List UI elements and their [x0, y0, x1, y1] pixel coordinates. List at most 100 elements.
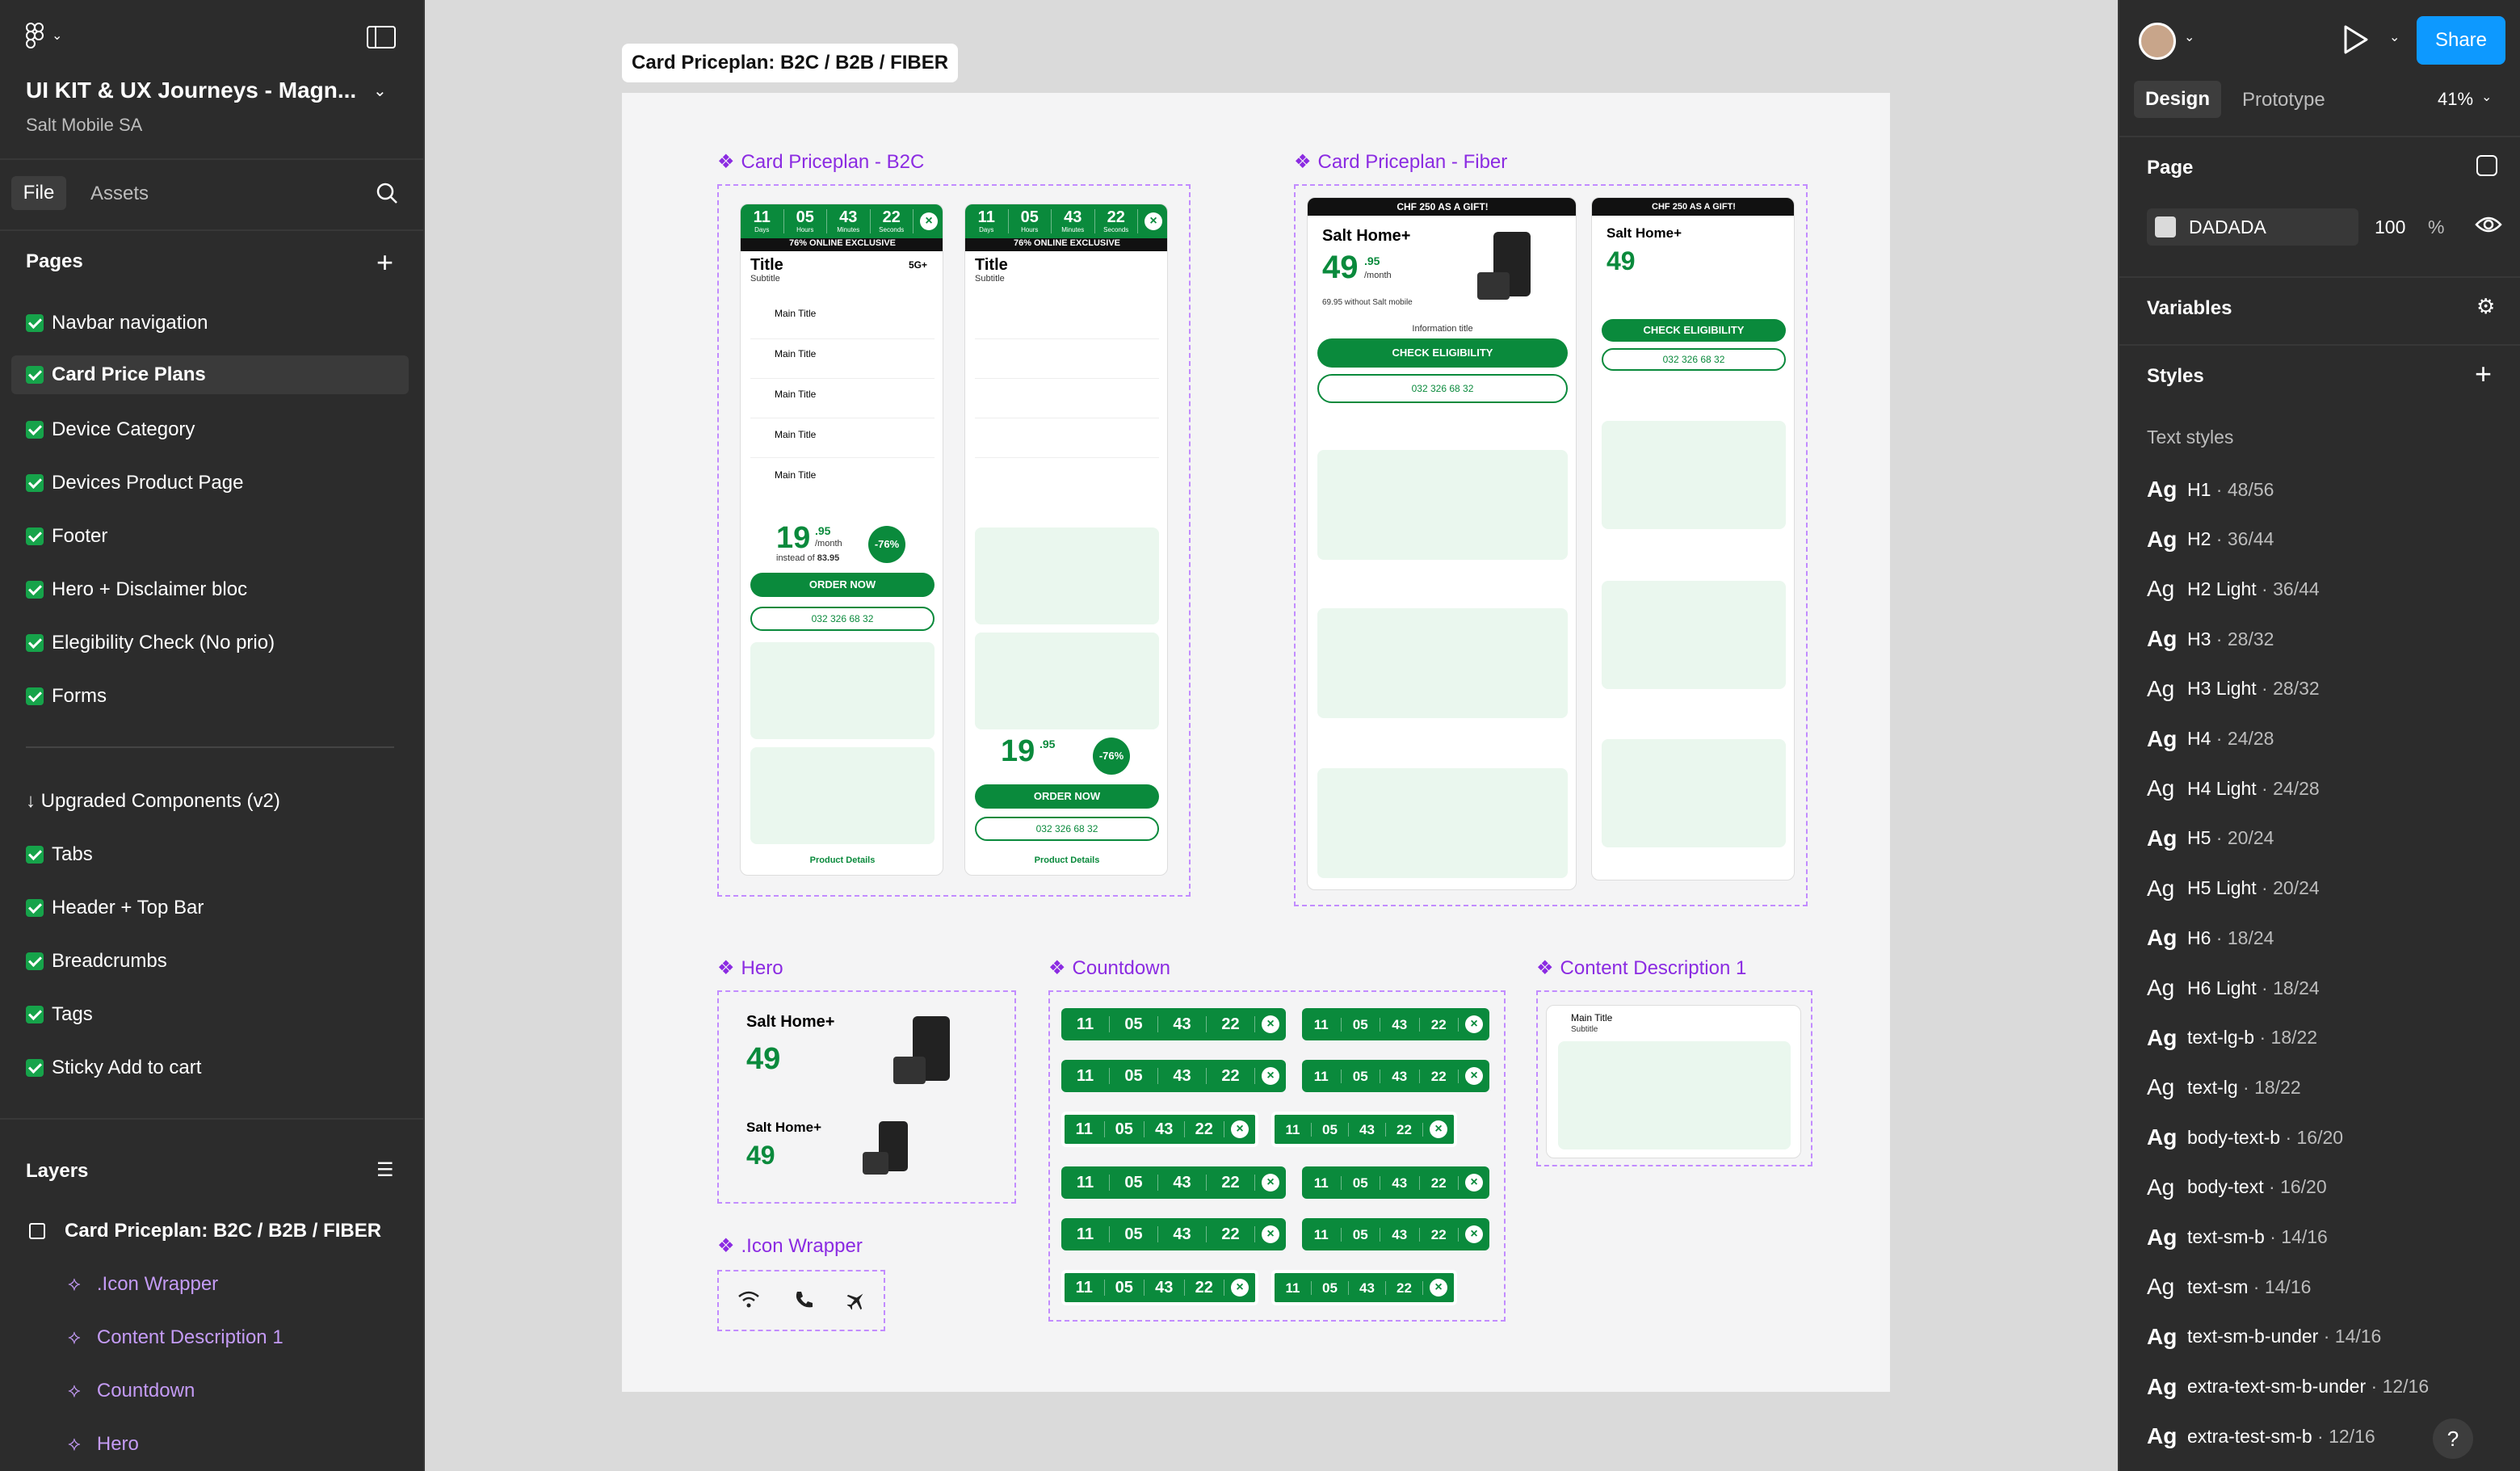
close-icon[interactable]: ×	[1465, 1174, 1483, 1192]
close-icon[interactable]: ×	[1262, 1225, 1279, 1243]
text-style-item[interactable]: Ag H5 Light · 20/24	[2147, 876, 2320, 902]
text-style-item[interactable]: Ag text-sm-b · 14/16	[2147, 1225, 2328, 1250]
phone-button[interactable]: 032 326 68 32	[1602, 348, 1786, 371]
page-item[interactable]: Header + Top Bar	[26, 897, 204, 919]
toggle-sidebar-icon[interactable]	[367, 26, 396, 48]
order-button[interactable]: ORDER NOW	[750, 573, 934, 597]
text-style-item[interactable]: Ag H6 · 18/24	[2147, 925, 2274, 951]
chevron-down-icon[interactable]: ⌄	[2184, 29, 2194, 45]
text-style-item[interactable]: Ag body-text-b · 16/20	[2147, 1124, 2343, 1150]
content-description[interactable]: Main Title Subtitle	[1546, 1005, 1801, 1158]
component-title-content[interactable]: ❖ Content Description 1	[1536, 956, 1746, 980]
text-style-item[interactable]: Ag H3 Light · 28/32	[2147, 676, 2320, 702]
eye-icon[interactable]	[2475, 215, 2502, 234]
help-button[interactable]: ?	[2433, 1418, 2473, 1459]
close-icon[interactable]: ×	[1231, 1279, 1249, 1297]
component-title-b2c[interactable]: ❖ Card Priceplan - B2C	[717, 150, 924, 174]
tab-prototype[interactable]: Prototype	[2242, 89, 2325, 111]
countdown-variant[interactable]: 11 05 43 22 ×	[1302, 1166, 1489, 1199]
component-title-countdown[interactable]: ❖ Countdown	[1048, 956, 1170, 980]
page-item[interactable]: Forms	[26, 685, 107, 708]
page-item[interactable]: Elegibility Check (No prio)	[26, 632, 275, 654]
page-item[interactable]: Tabs	[26, 843, 93, 866]
chevron-down-icon[interactable]: ⌄	[2389, 29, 2400, 45]
check-eligibility-button[interactable]: CHECK ELIGIBILITY	[1317, 338, 1568, 368]
figma-menu-button[interactable]: ⌄	[26, 23, 62, 48]
chevron-down-icon[interactable]: ⌄	[2481, 89, 2492, 105]
close-icon[interactable]: ×	[1262, 1174, 1279, 1192]
play-icon[interactable]	[2342, 24, 2370, 55]
countdown-variant[interactable]: 11 05 43 22 ×	[1302, 1060, 1489, 1092]
file-title[interactable]: UI KIT & UX Journeys - Magn...	[26, 78, 356, 103]
check-eligibility-button[interactable]: CHECK ELIGIBILITY	[1602, 319, 1786, 342]
text-style-item[interactable]: Ag H6 Light · 18/24	[2147, 975, 2320, 1001]
layer-root[interactable]: Card Priceplan: B2C / B2B / FIBER	[29, 1220, 381, 1242]
order-button[interactable]: ORDER NOW	[975, 784, 1159, 809]
close-icon[interactable]: ×	[1430, 1279, 1447, 1297]
text-style-item[interactable]: Ag text-sm · 14/16	[2147, 1274, 2311, 1300]
countdown-variant[interactable]: 11 05 43 22 ×	[1061, 1270, 1258, 1305]
page-item[interactable]: Sticky Add to cart	[26, 1057, 201, 1079]
zoom-level[interactable]: 41%	[2438, 89, 2473, 110]
fiber-card[interactable]: CHF 250 AS A GIFT! Salt Home+ 49 CHECK E…	[1591, 197, 1795, 880]
page-item[interactable]: Tags	[26, 1003, 93, 1026]
layer-item[interactable]: ⟡ Hero	[68, 1433, 139, 1456]
close-icon[interactable]: ×	[1144, 212, 1162, 230]
chevron-down-icon[interactable]: ⌄	[373, 81, 387, 101]
frame-label[interactable]: Card Priceplan: B2C / B2B / FIBER	[622, 44, 959, 82]
phone-button[interactable]: 032 326 68 32	[1317, 374, 1568, 403]
text-style-item[interactable]: Ag body-text · 16/20	[2147, 1175, 2327, 1200]
countdown-variant[interactable]: 11 05 43 22 ×	[1061, 1008, 1286, 1040]
text-style-item[interactable]: Ag H2 · 36/44	[2147, 527, 2274, 553]
countdown-variant[interactable]: 11 05 43 22 ×	[1061, 1218, 1286, 1250]
price-card[interactable]: 11 Days 05 Hours 43 Minutes 22 Seconds × 76%…	[964, 204, 1168, 876]
page-item-selected[interactable]: Card Price Plans	[11, 355, 409, 394]
close-icon[interactable]: ×	[920, 212, 938, 230]
fiber-card[interactable]: CHF 250 AS A GIFT! Salt Home+ 49 .95 /mo…	[1307, 197, 1577, 890]
add-style-icon[interactable]: +	[2475, 357, 2492, 391]
text-style-item[interactable]: Ag text-lg · 18/22	[2147, 1074, 2301, 1100]
component-title-fiber[interactable]: ❖ Card Priceplan - Fiber	[1294, 150, 1507, 174]
product-details-link[interactable]: Product Details	[965, 855, 1167, 865]
share-button[interactable]: Share	[2417, 16, 2505, 65]
page-item[interactable]: Breadcrumbs	[26, 950, 167, 973]
page-item[interactable]: Device Category	[26, 418, 195, 441]
search-icon[interactable]	[375, 181, 399, 205]
layer-item[interactable]: ⟡ Countdown	[68, 1380, 195, 1402]
layer-item[interactable]: ⟡ Content Description 1	[68, 1326, 284, 1349]
text-style-item[interactable]: Ag H1 · 48/56	[2147, 477, 2274, 502]
page-divider-label[interactable]: ↓ Upgraded Components (v2)	[26, 790, 280, 813]
tab-file[interactable]: File	[11, 176, 66, 210]
page-item[interactable]: Devices Product Page	[26, 472, 243, 494]
countdown-variant[interactable]: 11 05 43 22 ×	[1061, 1166, 1286, 1199]
close-icon[interactable]: ×	[1465, 1015, 1483, 1033]
page-item[interactable]: Hero + Disclaimer bloc	[26, 578, 247, 601]
close-icon[interactable]: ×	[1465, 1225, 1483, 1243]
avatar[interactable]	[2139, 23, 2176, 60]
close-icon[interactable]: ×	[1430, 1120, 1447, 1138]
library-icon[interactable]	[2476, 155, 2497, 176]
component-title-hero[interactable]: ❖ Hero	[717, 956, 783, 980]
collapse-layers-icon[interactable]: ☰	[376, 1158, 394, 1182]
phone-button[interactable]: 032 326 68 32	[975, 817, 1159, 841]
close-icon[interactable]: ×	[1465, 1067, 1483, 1085]
text-style-item[interactable]: Ag H4 Light · 24/28	[2147, 775, 2320, 801]
text-style-item[interactable]: Ag H3 · 28/32	[2147, 626, 2274, 652]
close-icon[interactable]: ×	[1231, 1120, 1249, 1138]
text-style-item[interactable]: Ag H4 · 24/28	[2147, 726, 2274, 752]
tab-design[interactable]: Design	[2134, 81, 2221, 118]
countdown-variant[interactable]: 11 05 43 22 ×	[1271, 1270, 1457, 1305]
page-item[interactable]: Navbar navigation	[26, 312, 208, 334]
countdown-variant[interactable]: 11 05 43 22 ×	[1302, 1008, 1489, 1040]
countdown-variant[interactable]: 11 05 43 22 ×	[1061, 1060, 1286, 1092]
product-details-link[interactable]: Product Details	[741, 855, 943, 865]
text-style-item[interactable]: Ag text-sm-b-under · 14/16	[2147, 1324, 2381, 1350]
page-color-value[interactable]: DADADA	[2189, 216, 2266, 238]
phone-button[interactable]: 032 326 68 32	[750, 607, 934, 631]
tab-assets[interactable]: Assets	[90, 183, 149, 205]
countdown-variant[interactable]: 11 05 43 22 ×	[1061, 1112, 1258, 1147]
countdown-variant[interactable]: 11 05 43 22 ×	[1271, 1112, 1457, 1147]
page-item[interactable]: Footer	[26, 525, 107, 548]
text-style-item[interactable]: Ag extra-test-sm-b · 12/16	[2147, 1423, 2375, 1449]
close-icon[interactable]: ×	[1262, 1067, 1279, 1085]
